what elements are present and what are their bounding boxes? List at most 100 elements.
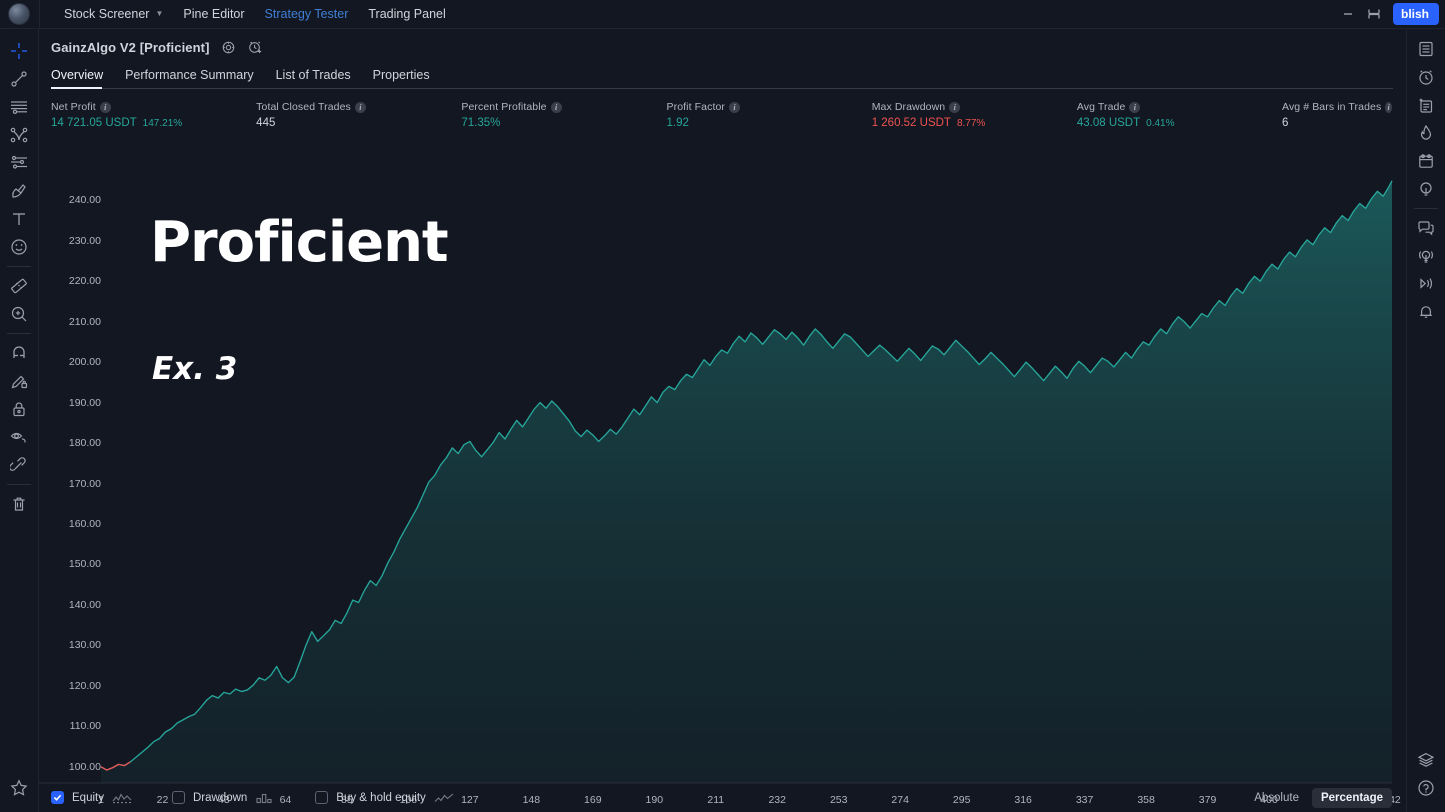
buyhold-line-icon: [434, 792, 454, 804]
stat-label: Percent Profitablei: [461, 101, 666, 113]
stat-label: Profit Factor i: [667, 101, 872, 113]
y-axis-tick: 100.00: [51, 761, 101, 773]
stat-label-text: Profit Factor: [667, 101, 725, 113]
scale-toggle-group: AbsolutePercentage: [1245, 788, 1392, 808]
checkbox[interactable]: [315, 791, 328, 804]
fib-retracement-tool[interactable]: [3, 149, 35, 177]
zoom-in-tool[interactable]: [3, 300, 35, 328]
info-icon[interactable]: i: [949, 102, 960, 113]
y-axis-tick: 150.00: [51, 558, 101, 570]
layers-icon[interactable]: [1410, 746, 1442, 774]
stat-values: 71.35%: [461, 117, 666, 129]
strategy-title: GainzAlgo V2 [Proficient]: [51, 40, 210, 55]
hotlist-icon[interactable]: [1410, 119, 1442, 147]
divider: [7, 266, 31, 267]
publish-button[interactable]: blish: [1393, 3, 1439, 25]
lock-drawings-tool[interactable]: [3, 395, 35, 423]
sync-drawings-tool[interactable]: [3, 451, 35, 479]
stat-profit-factor: Profit Factor i 1.92: [667, 101, 872, 133]
legend-equity[interactable]: Equity: [51, 791, 132, 804]
panel-tabs: Overview Performance Summary List of Trade…: [39, 62, 1406, 89]
chart-legend-bar: Equity Drawdown Buy & hold equity Absolute…: [39, 783, 1406, 812]
stat-values: 1.92: [667, 117, 872, 129]
toggle-percentage[interactable]: Percentage: [1312, 788, 1392, 808]
tab-overview[interactable]: Overview: [51, 68, 103, 89]
text-tool[interactable]: [3, 205, 35, 233]
add-alert-icon[interactable]: [247, 39, 263, 55]
emoji-tool[interactable]: [3, 233, 35, 261]
broadcast-icon[interactable]: [1410, 242, 1442, 270]
info-icon[interactable]: i: [355, 102, 366, 113]
legend-drawdown[interactable]: Drawdown: [172, 791, 275, 804]
hide-drawings-tool[interactable]: [3, 423, 35, 451]
checkbox[interactable]: [172, 791, 185, 804]
stat-label: Avg # Bars in Trades i: [1282, 101, 1392, 113]
watchlist-icon[interactable]: [1410, 35, 1442, 63]
info-icon[interactable]: i: [729, 102, 740, 113]
trend-line-tool[interactable]: [3, 65, 35, 93]
stat-label-text: Avg # Bars in Trades: [1282, 101, 1381, 113]
legend-buy-hold-equity[interactable]: Buy & hold equity: [315, 791, 454, 804]
stat-values: 1 260.52 USDT8.77%: [872, 117, 1077, 129]
crosshair-tool[interactable]: [3, 37, 35, 65]
main-menu: Stock Screener ▼ Pine EditorStrategy Teste…: [54, 0, 456, 29]
tabs-rule: [51, 88, 1393, 89]
publish-label: blish: [1401, 7, 1429, 21]
stat-percent-profitable: Percent Profitablei 71.35%: [461, 101, 666, 133]
info-icon[interactable]: i: [1385, 102, 1392, 113]
horizontal-lines-tool[interactable]: [3, 93, 35, 121]
pitchfork-tool[interactable]: [3, 121, 35, 149]
ideas-icon[interactable]: [1410, 175, 1442, 203]
tab-list-of-trades[interactable]: List of Trades: [276, 68, 351, 89]
data-window-icon[interactable]: [1410, 91, 1442, 119]
measure-tool[interactable]: [3, 272, 35, 300]
info-icon[interactable]: i: [100, 102, 111, 113]
y-axis-tick: 210.00: [51, 316, 101, 328]
stat-value: 1 260.52 USDT: [872, 117, 951, 129]
tab-properties[interactable]: Properties: [373, 68, 430, 89]
menu-item-strategy-tester[interactable]: Strategy Tester: [255, 0, 359, 29]
stats-row: Net Profiti14 721.05 USDT147.21%Total Cl…: [39, 89, 1406, 133]
alerts-icon[interactable]: [1410, 63, 1442, 91]
stat-label: Avg Tradei: [1077, 101, 1282, 113]
stat-label: Total Closed Trades i: [256, 101, 461, 113]
y-axis-tick: 240.00: [51, 194, 101, 206]
y-axis-tick: 200.00: [51, 356, 101, 368]
checkbox[interactable]: [51, 791, 64, 804]
menu-item-label: Stock Screener: [64, 7, 149, 21]
settings-gear-icon[interactable]: [221, 40, 236, 55]
notifications-icon[interactable]: [1410, 298, 1442, 326]
tab-performance-summary[interactable]: Performance Summary: [125, 68, 254, 89]
info-icon[interactable]: i: [1129, 102, 1140, 113]
top-menu-bar: Stock Screener ▼ Pine EditorStrategy Teste…: [0, 0, 1445, 29]
avatar[interactable]: [8, 3, 30, 25]
help-icon[interactable]: [1410, 774, 1442, 802]
info-icon[interactable]: i: [551, 102, 562, 113]
brush-tool[interactable]: [3, 177, 35, 205]
favorites-star-icon[interactable]: [3, 774, 35, 802]
menu-item-stock-screener[interactable]: Stock Screener ▼: [54, 0, 173, 29]
stream-icon[interactable]: [1410, 270, 1442, 298]
chevron-down-icon: ▼: [155, 10, 163, 18]
stat-value: 1.92: [667, 117, 689, 129]
stay-in-drawing-mode-tool[interactable]: [3, 367, 35, 395]
overlay-subtitle: Ex. 3: [152, 351, 237, 387]
remove-drawings-tool[interactable]: [3, 490, 35, 518]
y-axis-tick: 170.00: [51, 478, 101, 490]
stat-net-profit: Net Profiti14 721.05 USDT147.21%: [51, 101, 256, 133]
collapse-panel-icon[interactable]: [1361, 0, 1387, 29]
stat-label-text: Total Closed Trades: [256, 101, 351, 113]
y-axis-tick: 120.00: [51, 680, 101, 692]
calendar-icon[interactable]: [1410, 147, 1442, 175]
stat-values: 445: [256, 117, 461, 129]
magnet-mode-tool[interactable]: [3, 339, 35, 367]
minimize-icon[interactable]: [1335, 0, 1361, 29]
toggle-absolute[interactable]: Absolute: [1245, 788, 1308, 808]
menu-item-pine-editor[interactable]: Pine Editor: [173, 0, 254, 29]
equity-chart[interactable]: 100.00110.00120.00130.00140.00150.00160.…: [39, 170, 1406, 812]
stat-label-text: Max Drawdown: [872, 101, 946, 113]
chat-icon[interactable]: [1410, 214, 1442, 242]
stat-avg-trade: Avg Tradei43.08 USDT0.41%: [1077, 101, 1282, 133]
menu-item-trading-panel[interactable]: Trading Panel: [358, 0, 455, 29]
stat-value: 445: [256, 117, 275, 129]
